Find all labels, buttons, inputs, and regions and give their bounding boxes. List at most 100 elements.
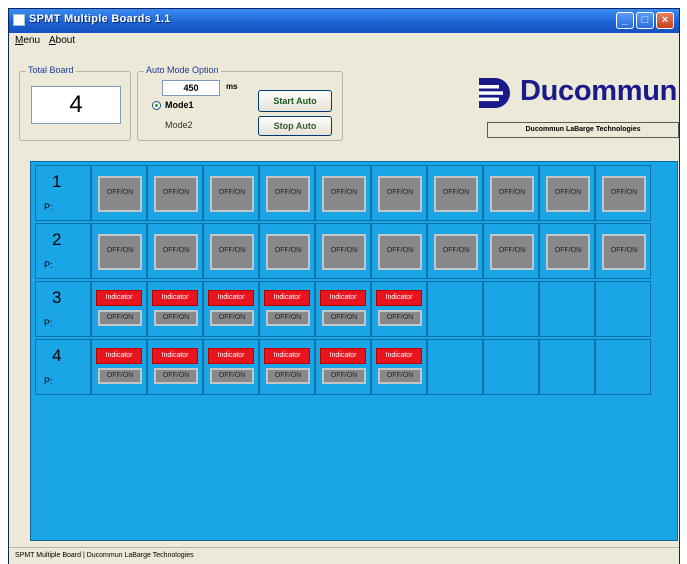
port-cell: Indicator OFF/ON — [259, 281, 315, 337]
auto-mode-label: Auto Mode Option — [144, 65, 221, 75]
company-name-box: Ducommun LaBarge Technologies — [487, 122, 679, 138]
offon-button[interactable]: OFF/ON — [378, 368, 422, 384]
offon-button[interactable]: OFF/ON — [546, 176, 590, 212]
offon-button[interactable]: OFF/ON — [210, 310, 254, 326]
offon-button[interactable]: OFF/ON — [98, 176, 142, 212]
interval-unit: ms — [226, 82, 238, 91]
menu-about[interactable]: About — [49, 35, 75, 46]
indicator-light: Indicator — [152, 348, 198, 364]
logo-text: Ducommun — [520, 75, 678, 107]
offon-button[interactable]: OFF/ON — [266, 310, 310, 326]
empty-cell — [539, 339, 595, 395]
offon-button[interactable]: OFF/ON — [322, 234, 366, 270]
indicator-light: Indicator — [96, 348, 142, 364]
board-row-4: 4 P: Indicator OFF/ON Indicator OFF/ON Ind… — [35, 339, 675, 395]
port-cell: OFF/ON — [595, 223, 651, 279]
empty-cell — [595, 281, 651, 337]
port-cell: OFF/ON — [259, 223, 315, 279]
port-cell: Indicator OFF/ON — [315, 339, 371, 395]
app-icon — [13, 14, 25, 26]
mode2-label[interactable]: Mode2 — [165, 120, 193, 130]
port-cell: Indicator OFF/ON — [147, 339, 203, 395]
stop-auto-button[interactable]: Stop Auto — [258, 116, 332, 136]
offon-button[interactable]: OFF/ON — [210, 368, 254, 384]
title-bar[interactable]: SPMT Multiple Boards 1.1 _ □ × — [9, 9, 679, 33]
offon-button[interactable]: OFF/ON — [490, 234, 534, 270]
status-bar: SPMT Multiple Board | Ducommun LaBarge T… — [9, 547, 679, 564]
indicator-light: Indicator — [264, 348, 310, 364]
indicator-light: Indicator — [376, 290, 422, 306]
port-cell: OFF/ON — [315, 223, 371, 279]
offon-button[interactable]: OFF/ON — [98, 234, 142, 270]
board-row-2: 2 P: OFF/ON OFF/ON OFF/ON OFF/ON OFF/ON … — [35, 223, 675, 279]
close-button[interactable]: × — [656, 12, 674, 29]
offon-button[interactable]: OFF/ON — [154, 368, 198, 384]
port-cell: OFF/ON — [427, 165, 483, 221]
offon-button[interactable]: OFF/ON — [434, 176, 478, 212]
offon-button[interactable]: OFF/ON — [378, 176, 422, 212]
board-label-1: 1 P: — [35, 165, 91, 221]
port-cell: OFF/ON — [203, 223, 259, 279]
status-text: SPMT Multiple Board | Ducommun LaBarge T… — [15, 552, 194, 559]
offon-button[interactable]: OFF/ON — [546, 234, 590, 270]
board-number: 2 — [52, 230, 62, 249]
app-window: SPMT Multiple Boards 1.1 _ □ × Menu Abou… — [8, 8, 680, 564]
board-label-4: 4 P: — [35, 339, 91, 395]
mode1-radio[interactable] — [152, 101, 161, 110]
port-cell: Indicator OFF/ON — [203, 281, 259, 337]
empty-cell — [539, 281, 595, 337]
board-port-label: P: — [44, 376, 53, 386]
indicator-light: Indicator — [208, 290, 254, 306]
indicator-light: Indicator — [96, 290, 142, 306]
port-cell: OFF/ON — [539, 165, 595, 221]
port-cell: Indicator OFF/ON — [91, 339, 147, 395]
menu-bar: Menu About — [9, 33, 679, 49]
offon-button[interactable]: OFF/ON — [154, 234, 198, 270]
offon-button[interactable]: OFF/ON — [378, 310, 422, 326]
start-auto-button[interactable]: Start Auto — [258, 90, 332, 112]
offon-button[interactable]: OFF/ON — [210, 176, 254, 212]
window-title: SPMT Multiple Boards 1.1 — [29, 13, 171, 25]
port-cell: OFF/ON — [203, 165, 259, 221]
indicator-light: Indicator — [208, 348, 254, 364]
offon-button[interactable]: OFF/ON — [210, 234, 254, 270]
offon-button[interactable]: OFF/ON — [154, 176, 198, 212]
board-port-label: P: — [44, 318, 53, 328]
offon-button[interactable]: OFF/ON — [98, 368, 142, 384]
offon-button[interactable]: OFF/ON — [322, 176, 366, 212]
offon-button[interactable]: OFF/ON — [322, 310, 366, 326]
port-cell: OFF/ON — [483, 165, 539, 221]
port-cell: Indicator OFF/ON — [315, 281, 371, 337]
port-cell: Indicator OFF/ON — [147, 281, 203, 337]
offon-button[interactable]: OFF/ON — [266, 234, 310, 270]
empty-cell — [483, 281, 539, 337]
total-board-label: Total Board — [26, 65, 76, 75]
offon-button[interactable]: OFF/ON — [602, 176, 646, 212]
port-cell: Indicator OFF/ON — [371, 339, 427, 395]
offon-button[interactable]: OFF/ON — [322, 368, 366, 384]
board-port-label: P: — [44, 260, 53, 270]
offon-button[interactable]: OFF/ON — [98, 310, 142, 326]
offon-button[interactable]: OFF/ON — [154, 310, 198, 326]
offon-button[interactable]: OFF/ON — [266, 368, 310, 384]
offon-button[interactable]: OFF/ON — [378, 234, 422, 270]
board-label-3: 3 P: — [35, 281, 91, 337]
interval-input[interactable]: 450 — [162, 80, 220, 96]
offon-button[interactable]: OFF/ON — [266, 176, 310, 212]
indicator-light: Indicator — [152, 290, 198, 306]
port-cell: Indicator OFF/ON — [371, 281, 427, 337]
menu-menu[interactable]: Menu — [15, 35, 40, 46]
total-board-group: Total Board 4 — [19, 65, 131, 141]
indicator-light: Indicator — [320, 290, 366, 306]
port-cell: OFF/ON — [595, 165, 651, 221]
board-row-3: 3 P: Indicator OFF/ON Indicator OFF/ON Ind… — [35, 281, 675, 337]
offon-button[interactable]: OFF/ON — [490, 176, 534, 212]
ducommun-logo: Ducommun — [475, 73, 678, 113]
mode1-label[interactable]: Mode1 — [165, 100, 194, 110]
port-cell: OFF/ON — [371, 165, 427, 221]
offon-button[interactable]: OFF/ON — [434, 234, 478, 270]
board-number: 4 — [52, 346, 62, 365]
offon-button[interactable]: OFF/ON — [602, 234, 646, 270]
minimize-button[interactable]: _ — [616, 12, 634, 29]
maximize-button[interactable]: □ — [636, 12, 654, 29]
